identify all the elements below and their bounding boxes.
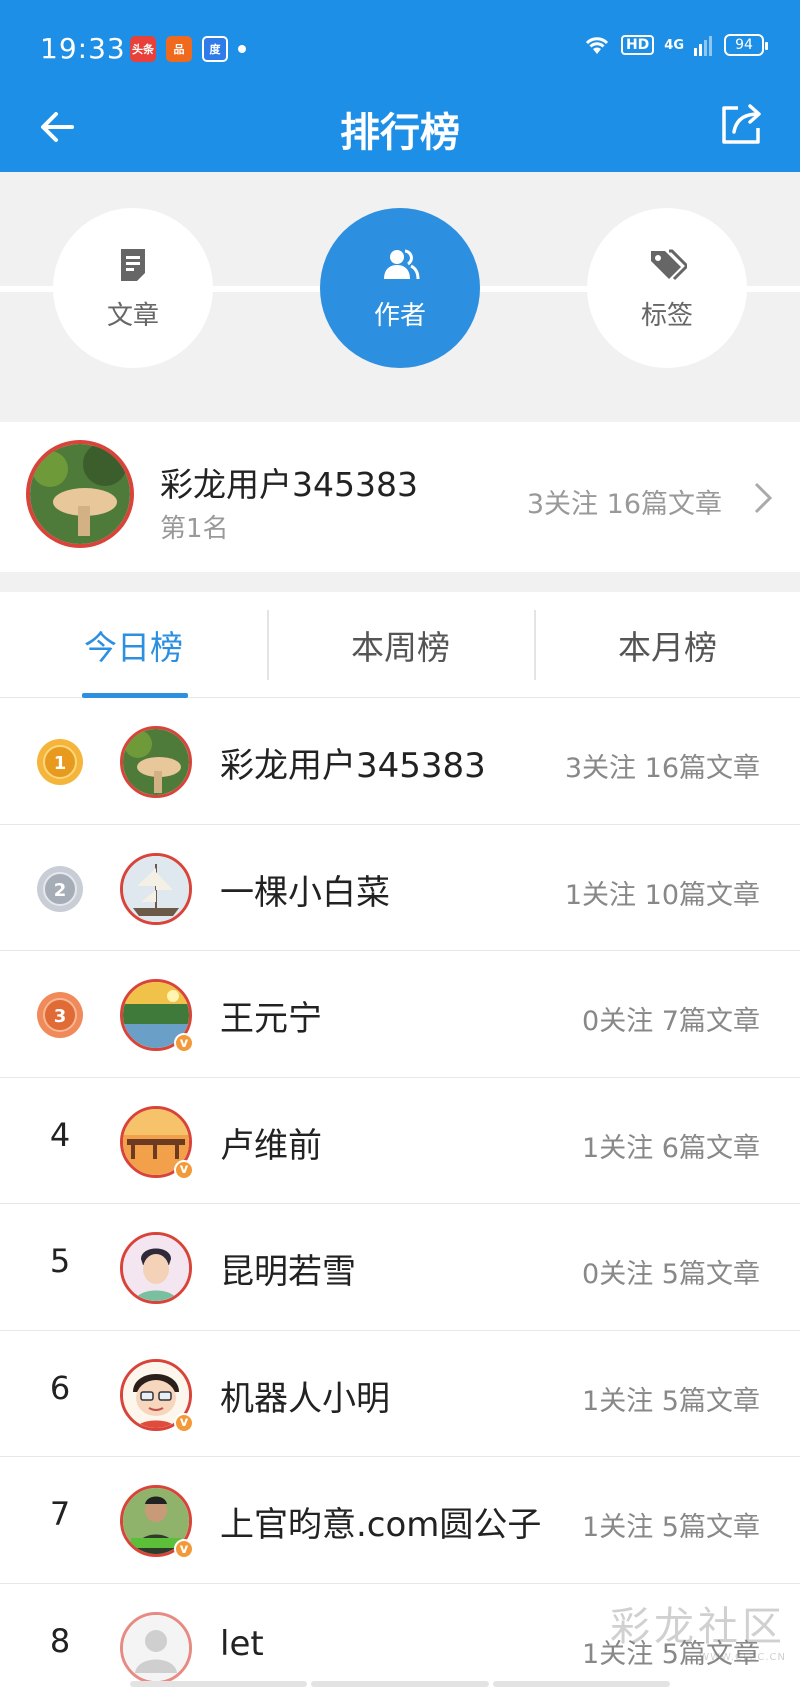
top-user-avatar xyxy=(26,440,134,548)
navigation-bar: 排行榜 xyxy=(0,96,800,172)
list-item[interactable]: 4 v 卢维前 1关注 6篇文章 xyxy=(0,1077,800,1204)
network-label: 4G xyxy=(664,37,684,53)
avatar xyxy=(120,852,192,925)
author-name: let xyxy=(220,1623,264,1664)
tags-icon xyxy=(651,249,687,280)
hd-badge: HD xyxy=(620,35,655,55)
silver-medal-icon: 2 xyxy=(37,865,83,912)
toutiao-app-icon: 头条 xyxy=(130,36,156,62)
bronze-medal-icon: 3 xyxy=(37,992,83,1038)
svg-text:2: 2 xyxy=(54,880,67,901)
author-stats: 0关注 5篇文章 xyxy=(582,1259,760,1290)
category-authors-label: 作者 xyxy=(373,300,426,331)
app-header: 19:33 头条 品 度 HD 4G 94 排行榜 xyxy=(0,0,800,172)
list-item[interactable]: 3 v 王元宁 0关注 7篇文章 xyxy=(0,951,800,1078)
svg-text:1: 1 xyxy=(54,753,67,774)
category-tags[interactable]: 标签 xyxy=(587,208,747,368)
period-tabs: 今日榜 本周榜 本月榜 xyxy=(0,592,800,698)
category-tags-label: 标签 xyxy=(640,300,693,331)
notification-icons: 头条 品 度 xyxy=(130,36,246,62)
status-time: 19:33 xyxy=(40,32,126,65)
rank-number: 6 xyxy=(49,1368,71,1407)
category-articles[interactable]: 文章 xyxy=(53,208,213,368)
rank-number: 8 xyxy=(49,1621,71,1660)
share-icon[interactable] xyxy=(714,96,770,152)
battery-icon: 94 xyxy=(724,34,768,56)
category-articles-label: 文章 xyxy=(106,300,159,331)
bottom-scroll-hint xyxy=(130,1681,670,1687)
author-name: 彩龙用户345383 xyxy=(220,746,486,786)
watermark-url: WWW.CLZC.CN xyxy=(699,1652,786,1663)
site-watermark: 彩龙社区 WWW.CLZC.CN xyxy=(610,1594,786,1663)
verified-badge: v xyxy=(174,1159,194,1180)
category-authors[interactable]: 作者 xyxy=(320,208,480,368)
tab-today-label: 今日榜 xyxy=(84,628,183,667)
wifi-icon xyxy=(585,37,609,54)
author-name: 卢维前 xyxy=(220,1125,322,1166)
list-item[interactable]: 5 昆明若雪 0关注 5篇文章 xyxy=(0,1204,800,1331)
watermark-text: 彩龙社区 xyxy=(610,1604,786,1650)
author-name: 机器人小明 xyxy=(220,1378,390,1419)
tab-week[interactable]: 本周榜 xyxy=(267,592,534,698)
section-divider xyxy=(0,572,800,592)
author-name: 王元宁 xyxy=(220,999,322,1039)
avatar xyxy=(120,1611,192,1684)
rank-number: 7 xyxy=(49,1495,71,1533)
signal-icon xyxy=(694,36,712,56)
document-icon xyxy=(121,248,145,281)
verified-badge: v xyxy=(174,1539,194,1559)
users-icon xyxy=(384,249,420,279)
top-user-stats: 3关注 16篇文章 xyxy=(526,489,722,520)
top-user-card[interactable]: 彩龙用户345383 第1名 3关注 16篇文章 xyxy=(0,422,800,572)
author-name: 昆明若雪 xyxy=(220,1252,356,1292)
top-user-rank: 第1名 xyxy=(160,514,229,544)
verified-badge: v xyxy=(174,1033,194,1053)
status-right: HD 4G 94 xyxy=(583,34,768,56)
ranking-list: 1 彩龙用户345383 3关注 16篇文章 2 一棵小白菜 1关注 10篇文章… xyxy=(0,698,800,1689)
tab-month-label: 本月榜 xyxy=(618,628,717,667)
pinduoduo-app-icon: 品 xyxy=(166,36,192,62)
svg-text:3: 3 xyxy=(54,1006,67,1027)
verified-badge: v xyxy=(174,1412,194,1433)
page-title: 排行榜 xyxy=(340,110,460,156)
status-bar: 19:33 头条 品 度 HD 4G 94 xyxy=(0,0,800,96)
tab-today[interactable]: 今日榜 xyxy=(0,592,267,698)
author-stats: 3关注 16篇文章 xyxy=(564,753,760,784)
baidu-app-icon: 度 xyxy=(202,36,228,62)
avatar xyxy=(120,1232,192,1304)
author-stats: 1关注 5篇文章 xyxy=(582,1385,760,1417)
list-item[interactable]: 6 v 机器人小明 1关注 5篇文章 xyxy=(0,1330,800,1457)
gold-medal-icon: 1 xyxy=(37,739,83,785)
author-name: 上官昀意.com圆公子 xyxy=(220,1505,542,1545)
rank-number: 4 xyxy=(49,1115,71,1154)
tab-month[interactable]: 本月榜 xyxy=(534,592,800,698)
avatar xyxy=(120,726,192,798)
category-selector: 文章 作者 标签 xyxy=(0,172,800,422)
author-name: 一棵小白菜 xyxy=(220,872,390,913)
author-stats: 0关注 7篇文章 xyxy=(582,1006,760,1037)
top-user-name: 彩龙用户345383 xyxy=(160,465,418,504)
list-item[interactable]: 7 v 上官昀意.com圆公子 1关注 5篇文章 xyxy=(0,1457,800,1584)
author-stats: 1关注 5篇文章 xyxy=(582,1512,760,1543)
tab-week-label: 本周榜 xyxy=(351,628,450,667)
rank-number: 5 xyxy=(49,1242,71,1280)
author-stats: 1关注 10篇文章 xyxy=(564,879,760,911)
list-item[interactable]: 2 一棵小白菜 1关注 10篇文章 xyxy=(0,824,800,951)
list-item[interactable]: 1 彩龙用户345383 3关注 16篇文章 xyxy=(0,698,800,825)
more-notifications-dot xyxy=(238,45,246,53)
chevron-right-icon xyxy=(754,482,773,514)
author-stats: 1关注 6篇文章 xyxy=(582,1132,760,1164)
